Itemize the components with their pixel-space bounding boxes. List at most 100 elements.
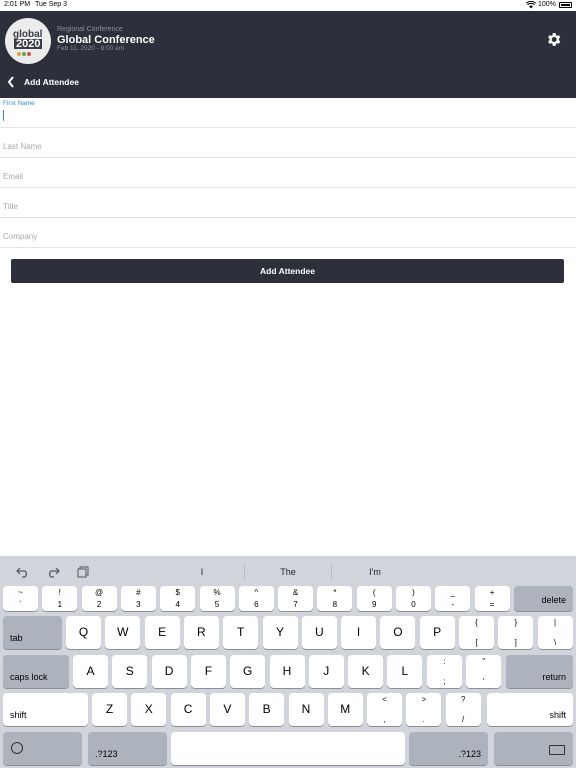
- key-sym1-0[interactable]: {[: [459, 616, 494, 649]
- key-z-label: Z: [105, 702, 114, 716]
- suggestion-3[interactable]: I'm: [335, 567, 415, 577]
- key-num-2[interactable]: @2: [81, 586, 117, 611]
- battery-icon: [559, 2, 572, 8]
- app-header: global 2020 Regional Conference Global C…: [0, 11, 576, 98]
- key-num-0[interactable]: ~ `: [3, 586, 38, 611]
- key-o[interactable]: O: [380, 616, 416, 649]
- key-num-7[interactable]: & 7: [278, 586, 314, 611]
- key-sym3-0[interactable]: <,: [367, 693, 402, 726]
- key-y[interactable]: Y: [262, 616, 298, 649]
- key-h[interactable]: H: [269, 655, 305, 688]
- title-field[interactable]: Title: [0, 188, 576, 218]
- key-num-6-char: 6: [254, 600, 259, 609]
- key-num-12[interactable]: + =: [474, 586, 510, 611]
- logo-text-year: 2020: [14, 38, 43, 50]
- key-sym1-2-char: \: [553, 638, 557, 647]
- tab-key[interactable]: tab: [3, 616, 62, 649]
- key-a[interactable]: A: [73, 655, 108, 688]
- hide-keyboard-key[interactable]: [494, 732, 573, 765]
- status-date: Tue Sep 3: [35, 1, 68, 8]
- key-g[interactable]: G: [230, 655, 266, 688]
- key-d[interactable]: D: [151, 655, 187, 688]
- key-num-9[interactable]: (9: [356, 586, 392, 611]
- paste-icon[interactable]: [77, 565, 91, 578]
- key-sym1-1[interactable]: }]: [498, 616, 534, 649]
- key-h-label: H: [282, 664, 292, 678]
- key-p[interactable]: P: [419, 616, 455, 649]
- suggestion-1[interactable]: I: [162, 567, 242, 577]
- key-u[interactable]: U: [301, 616, 337, 649]
- undo-icon[interactable]: [16, 565, 30, 578]
- key-num-11[interactable]: _ -: [435, 586, 471, 611]
- redo-icon[interactable]: [46, 565, 60, 578]
- event-date: Feb 11, 2020 - 8:00 am: [57, 45, 125, 52]
- key-sym1-0-shift-char: {: [475, 618, 478, 627]
- suggestion-2[interactable]: The: [248, 567, 328, 577]
- key-x-label: X: [144, 702, 153, 716]
- numbers-key-left-label: .?123: [95, 749, 118, 759]
- space-bar[interactable]: [171, 732, 405, 765]
- key-num-6[interactable]: ^ 6: [238, 586, 274, 611]
- key-r[interactable]: R: [183, 616, 219, 649]
- key-sym1-0-char: [: [475, 638, 478, 647]
- key-k[interactable]: K: [348, 655, 384, 688]
- key-sym1-2[interactable]: | \: [537, 616, 573, 649]
- key-sym3-2-char: /: [461, 715, 465, 724]
- key-c[interactable]: C: [170, 693, 206, 726]
- key-num-5[interactable]: % 5: [199, 586, 235, 611]
- back-chevron-icon[interactable]: [6, 75, 16, 89]
- key-m[interactable]: M: [327, 693, 363, 726]
- company-field[interactable]: Company: [0, 218, 576, 248]
- shift-right-key[interactable]: shift: [487, 693, 573, 726]
- gear-icon[interactable]: [545, 31, 562, 48]
- key-num-0-char: `: [19, 600, 22, 609]
- key-num-10[interactable]: ) 0: [396, 586, 431, 611]
- key-num-3[interactable]: #3: [120, 586, 156, 611]
- key-num-3-char: 3: [136, 600, 141, 609]
- key-t[interactable]: T: [223, 616, 259, 649]
- key-j[interactable]: J: [308, 655, 344, 688]
- key-q-label: Q: [78, 625, 89, 639]
- key-z[interactable]: Z: [92, 693, 127, 726]
- key-sym2-0[interactable]: :;: [427, 655, 462, 688]
- company-placeholder: Company: [3, 232, 38, 241]
- key-v[interactable]: V: [209, 693, 245, 726]
- key-o-label: O: [393, 625, 403, 639]
- emoji-key[interactable]: [3, 732, 82, 765]
- key-sym3-2[interactable]: ? /: [445, 693, 481, 726]
- key-num-1[interactable]: ! 1: [42, 586, 78, 611]
- key-num-4[interactable]: $4: [160, 586, 196, 611]
- key-sym3-1[interactable]: >.: [406, 693, 442, 726]
- key-s[interactable]: S: [112, 655, 148, 688]
- caps-lock-key[interactable]: caps lock: [3, 655, 69, 688]
- key-f[interactable]: F: [190, 655, 226, 688]
- delete-key[interactable]: delete: [514, 586, 573, 611]
- key-num-7-char: 7: [293, 600, 298, 609]
- key-i[interactable]: I: [341, 616, 377, 649]
- key-l[interactable]: L: [387, 655, 423, 688]
- email-placeholder: Email: [3, 172, 24, 181]
- key-num-4-shift-char: $: [175, 588, 180, 597]
- numbers-key-right[interactable]: .?123: [409, 732, 488, 765]
- add-attendee-button[interactable]: Add Attendee: [11, 259, 564, 283]
- key-q[interactable]: Q: [66, 616, 101, 649]
- key-num-1-shift-char: !: [58, 588, 61, 597]
- conference-logo: global 2020: [5, 18, 51, 64]
- numbers-key-left[interactable]: .?123: [88, 732, 167, 765]
- key-p-label: P: [433, 625, 442, 639]
- key-num-8[interactable]: * 8: [317, 586, 353, 611]
- last-name-field[interactable]: Last Name: [0, 128, 576, 158]
- key-k-label: K: [361, 664, 370, 678]
- shift-left-key[interactable]: shift: [3, 693, 88, 726]
- key-sym2-1[interactable]: " ': [466, 655, 502, 688]
- key-num-9-shift-char: (: [372, 588, 376, 597]
- key-w[interactable]: W: [105, 616, 141, 649]
- key-b[interactable]: B: [249, 693, 285, 726]
- key-x[interactable]: X: [131, 693, 167, 726]
- key-n[interactable]: N: [288, 693, 324, 726]
- email-field[interactable]: Email: [0, 158, 576, 188]
- first-name-field[interactable]: First Name: [0, 98, 576, 128]
- key-num-10-shift-char: ): [412, 588, 415, 597]
- key-e[interactable]: E: [144, 616, 180, 649]
- return-key[interactable]: return: [506, 655, 573, 688]
